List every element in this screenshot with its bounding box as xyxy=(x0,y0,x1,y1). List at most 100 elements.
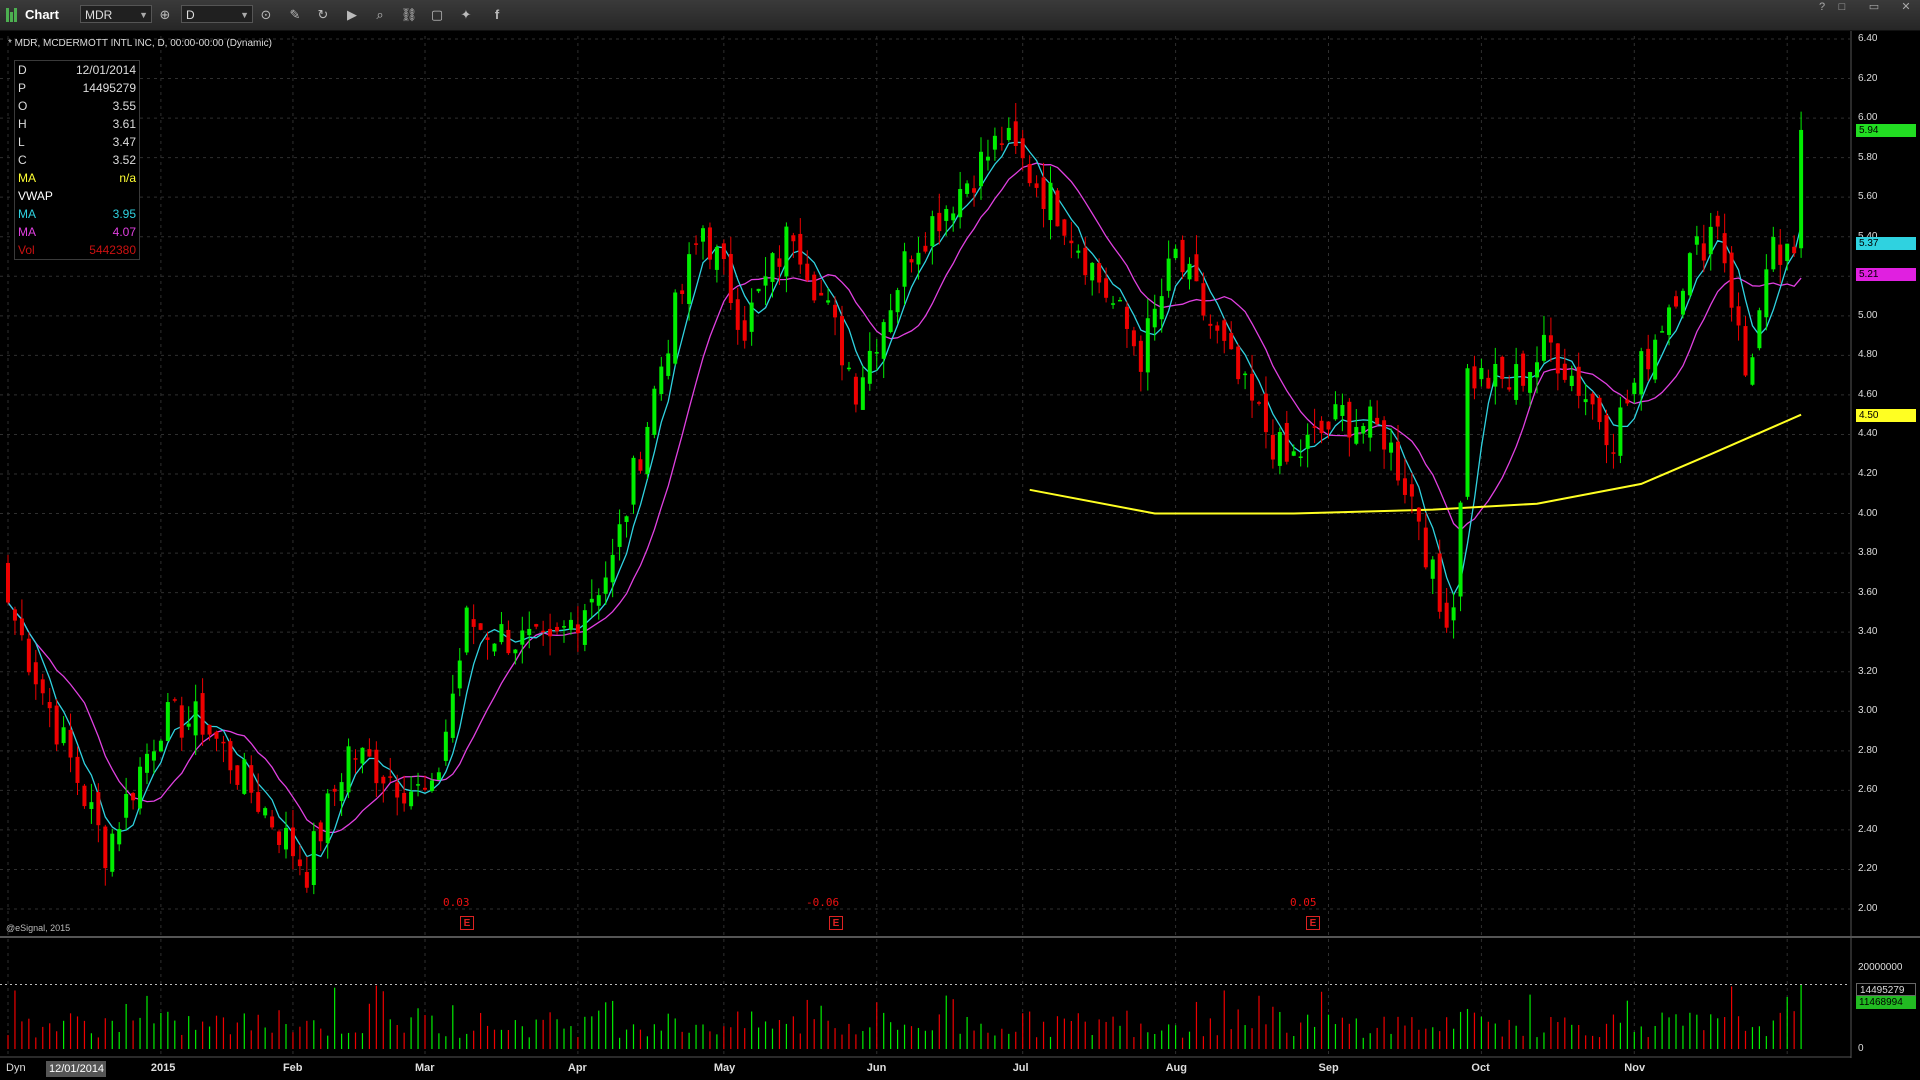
candle-body xyxy=(749,302,754,332)
time-tick: Apr xyxy=(567,1062,587,1074)
candle-body xyxy=(520,630,525,645)
candle-body xyxy=(1291,451,1296,456)
candle-body xyxy=(1479,367,1484,380)
price-chart[interactable] xyxy=(0,0,1920,1080)
candle-body xyxy=(1361,426,1366,434)
candle-body xyxy=(784,226,789,277)
candle-body xyxy=(464,607,469,653)
candle-body xyxy=(874,352,879,354)
candle-body xyxy=(923,245,928,252)
candle-body xyxy=(207,724,212,735)
candle-body xyxy=(388,776,393,778)
candle-body xyxy=(631,457,636,505)
data-window-key: Vol xyxy=(18,243,35,257)
candle-body xyxy=(638,459,643,471)
candle-body xyxy=(1083,247,1088,276)
data-window-row: H 3.61 xyxy=(18,117,136,135)
data-window-key: VWAP xyxy=(18,189,53,203)
data-window-value: 5442380 xyxy=(89,243,136,257)
candle-body xyxy=(1521,353,1526,386)
candle-body xyxy=(110,833,115,872)
candle-body xyxy=(1020,138,1025,159)
candle-body xyxy=(805,263,810,281)
candle-body xyxy=(562,626,566,628)
candle-body xyxy=(1507,387,1512,390)
candle-body xyxy=(985,156,990,161)
price-tick: 4.20 xyxy=(1858,468,1878,479)
price-tick: 2.20 xyxy=(1858,863,1878,875)
candle-body xyxy=(12,609,17,621)
price-tag: 4.50 xyxy=(1856,408,1916,422)
candle-body xyxy=(228,741,233,771)
earnings-icon[interactable]: E xyxy=(1306,916,1320,930)
candle-body xyxy=(895,290,900,313)
candle-body xyxy=(812,274,817,301)
data-window-row: D 12/01/2014 xyxy=(18,63,136,81)
candle-body xyxy=(645,426,650,475)
candle-body xyxy=(777,258,782,267)
candle-body xyxy=(311,831,316,886)
candle-body xyxy=(1708,226,1713,255)
candle-body xyxy=(1159,296,1164,320)
candle-body xyxy=(527,628,532,636)
candle-body xyxy=(555,626,560,632)
candle-body xyxy=(103,826,108,869)
candle-body xyxy=(673,292,678,364)
candle-body xyxy=(513,649,518,654)
candle-body xyxy=(937,212,942,232)
candle-body xyxy=(1451,607,1456,621)
candle-body xyxy=(471,619,476,627)
candle-body xyxy=(1792,246,1797,254)
volume-tick: 0 xyxy=(1858,1043,1864,1054)
candle-body xyxy=(1006,127,1011,141)
earnings-icon[interactable]: E xyxy=(829,916,843,930)
candle-body xyxy=(1312,426,1317,428)
price-tick: 4.40 xyxy=(1858,428,1878,440)
candle-body xyxy=(26,638,31,673)
candle-body xyxy=(436,772,441,780)
candle-body xyxy=(450,693,455,738)
data-window-row: MA n/a xyxy=(18,171,136,189)
candle-body xyxy=(256,792,261,812)
chart-symbol-label: * MDR, MCDERMOTT INTL INC, D, 00:00-00:0… xyxy=(8,38,272,49)
time-tick: Mar xyxy=(415,1062,435,1074)
candle-body xyxy=(179,705,184,738)
candle-body xyxy=(117,829,122,845)
candle-body xyxy=(1250,373,1255,401)
candle-body xyxy=(1277,432,1282,466)
candle-body xyxy=(1402,478,1407,495)
candle-body xyxy=(1764,269,1769,318)
candle-body xyxy=(1528,372,1533,393)
earnings-icon[interactable]: E xyxy=(460,916,474,930)
candle-body xyxy=(1701,243,1706,261)
candle-body xyxy=(1138,340,1143,372)
candle-body xyxy=(151,751,156,761)
candle-body xyxy=(1639,351,1644,395)
candle-body xyxy=(423,787,427,790)
candle-body xyxy=(96,792,101,826)
candle-body xyxy=(89,802,94,809)
data-window-row: P 14495279 xyxy=(18,81,136,99)
candle-body xyxy=(1375,417,1380,425)
candle-body xyxy=(1778,244,1783,265)
candle-body xyxy=(297,859,302,867)
price-tag: 5.21 xyxy=(1856,268,1916,282)
candle-body xyxy=(1180,239,1185,273)
dynamic-mode-label[interactable]: Dyn xyxy=(6,1062,26,1074)
candle-body xyxy=(1347,401,1352,438)
candle-body xyxy=(138,766,143,809)
candle-body xyxy=(902,251,907,287)
earnings-value: 0.03 xyxy=(443,896,470,909)
data-window: D 12/01/2014 P 14495279 O 3.55 H 3.61 L 3.47 C 3.52… xyxy=(14,60,140,260)
candle-body xyxy=(548,628,553,637)
candle-body xyxy=(172,699,177,701)
price-tick: 5.80 xyxy=(1858,151,1878,163)
candle-body xyxy=(756,288,761,292)
data-window-value: 3.95 xyxy=(112,207,136,221)
price-tick: 5.00 xyxy=(1858,309,1878,321)
candle-body xyxy=(742,320,747,341)
volume-tag-avg: 11468994 xyxy=(1856,996,1916,1009)
candle-body xyxy=(402,792,407,804)
candle-body xyxy=(714,247,719,270)
candle-body xyxy=(1611,452,1616,454)
